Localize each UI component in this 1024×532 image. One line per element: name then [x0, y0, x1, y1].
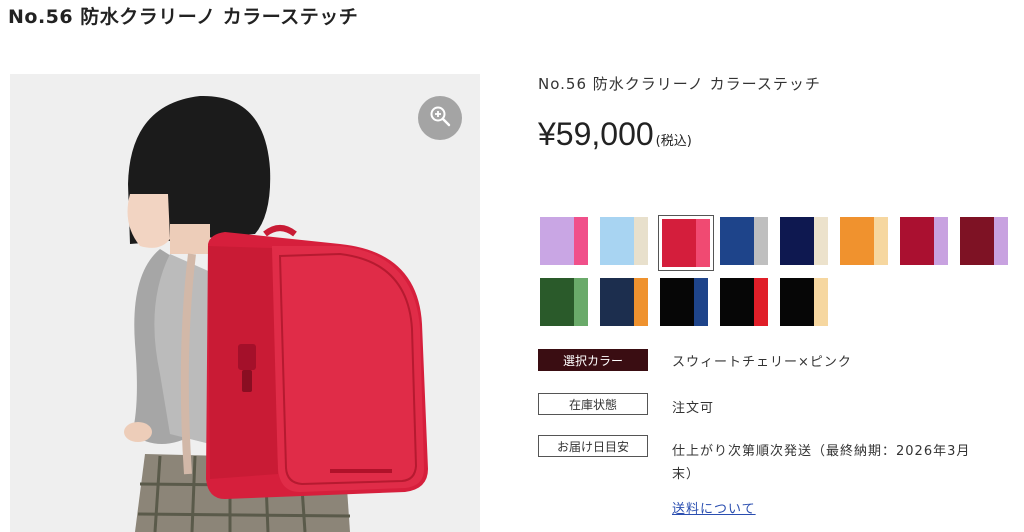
color-swatch[interactable] [780, 217, 828, 265]
swatch-main-color [600, 278, 634, 326]
delivery-estimate-value: 仕上がり次第順次発送（最終納期：2026年3月 末） [672, 440, 970, 486]
color-swatch[interactable] [720, 278, 768, 326]
swatch-accent-color [694, 278, 708, 326]
color-swatch[interactable] [540, 278, 588, 326]
swatch-accent-color [754, 217, 768, 265]
swatch-main-color [900, 217, 934, 265]
swatch-accent-color [874, 217, 888, 265]
color-swatch[interactable] [600, 278, 648, 326]
zoom-in-icon [429, 105, 451, 131]
swatch-main-color [720, 278, 754, 326]
stock-status-label: 在庫状態 [538, 393, 648, 415]
color-swatch[interactable] [840, 217, 888, 265]
color-swatch[interactable] [960, 217, 1008, 265]
selected-color-value: スウィートチェリー×ピンク [672, 355, 852, 370]
swatch-main-color [540, 278, 574, 326]
product-photo[interactable] [10, 74, 480, 532]
swatch-main-color [600, 217, 634, 265]
swatch-accent-color [994, 217, 1008, 265]
swatch-main-color [660, 278, 694, 326]
swatch-accent-color [634, 217, 648, 265]
swatch-main-color [540, 217, 574, 265]
color-swatch[interactable] [780, 278, 828, 326]
swatch-accent-color [934, 217, 948, 265]
price: ¥59,000 (税込) [538, 116, 692, 153]
product-name: No.56 防水クラリーノ カラーステッチ [538, 75, 821, 93]
color-swatch[interactable] [540, 217, 588, 265]
swatch-accent-color [574, 217, 588, 265]
color-swatch[interactable] [720, 217, 768, 265]
swatch-main-color [720, 217, 754, 265]
color-swatch[interactable] [658, 215, 714, 271]
delivery-line-2: 末） [672, 467, 701, 482]
swatch-main-color [960, 217, 994, 265]
swatch-accent-color [696, 219, 710, 267]
shipping-info-link[interactable]: 送料について [672, 498, 756, 517]
swatch-accent-color [814, 278, 828, 326]
price-amount: ¥59,000 [538, 116, 654, 152]
delivery-estimate-label: お届け日目安 [538, 435, 648, 457]
swatch-accent-color [754, 278, 768, 326]
tax-note: (税込) [655, 134, 692, 149]
zoom-button[interactable] [418, 96, 462, 140]
stock-status-value: 注文可 [672, 401, 715, 416]
page-title: No.56 防水クラリーノ カラーステッチ [8, 6, 359, 28]
swatch-main-color [780, 278, 814, 326]
delivery-line-1: 仕上がり次第順次発送（最終納期：2026年3月 [672, 444, 971, 459]
selected-color-label: 選択カラー [538, 349, 648, 371]
swatch-main-color [662, 219, 696, 267]
color-swatch[interactable] [600, 217, 648, 265]
color-swatch[interactable] [660, 278, 708, 326]
swatch-accent-color [574, 278, 588, 326]
color-swatch[interactable] [900, 217, 948, 265]
swatch-main-color [840, 217, 874, 265]
swatch-accent-color [814, 217, 828, 265]
swatch-main-color [780, 217, 814, 265]
swatch-accent-color [634, 278, 648, 326]
